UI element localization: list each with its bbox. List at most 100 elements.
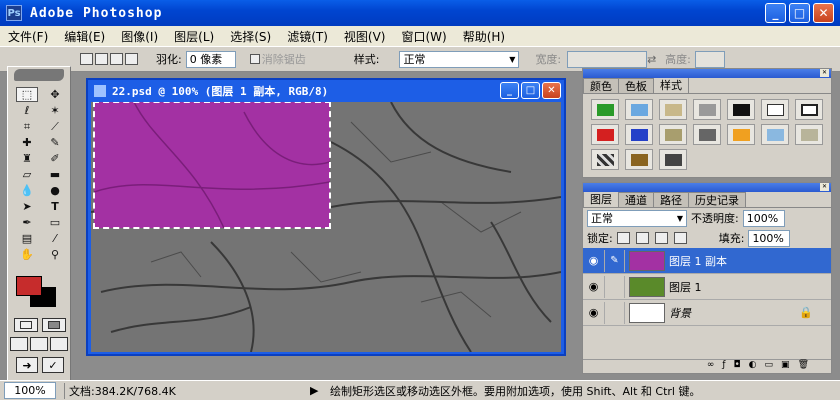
style-swatch[interactable] [693,124,721,145]
tab-styles[interactable]: 样式 [653,77,689,93]
menu-layer[interactable]: 图层(L) [166,28,222,45]
minimize-button[interactable]: _ [765,3,786,23]
layer-mask-icon[interactable]: ◘ [734,360,741,373]
path-select-icon[interactable]: ➤ [16,199,38,214]
status-arrow-icon[interactable]: ▶ [310,384,320,397]
healing-icon[interactable]: ✚ [16,135,38,150]
style-swatch[interactable] [625,149,653,170]
canvas[interactable] [91,102,561,352]
move-icon[interactable]: ✥ [44,87,66,102]
lock-position-icon[interactable] [654,232,668,244]
tab-history[interactable]: 历史记录 [688,192,746,207]
jump-icon[interactable]: ✓ [42,357,64,373]
layer-row-background[interactable]: ◉ 背景 🔒 [583,300,831,326]
style-swatch[interactable] [727,99,755,120]
magenta-selection-area[interactable] [93,102,331,229]
slice-icon[interactable]: ⟋ [44,119,66,134]
history-brush-icon[interactable]: ✐ [44,151,66,166]
style-swatch[interactable] [761,99,789,120]
hand-icon[interactable]: ✋ [16,247,38,262]
dodge-icon[interactable]: ● [44,183,66,198]
brush-icon[interactable]: ✎ [44,135,66,150]
screen-mode-full-icon[interactable] [50,337,68,351]
new-group-icon[interactable]: ▭ [765,360,774,373]
zoom-field[interactable]: 100% [4,382,56,399]
lock-pixels-icon[interactable] [635,232,649,244]
tab-swatches[interactable]: 色板 [618,78,654,93]
new-layer-icon[interactable]: ▣ [781,360,790,373]
close-button[interactable]: ✕ [813,3,834,23]
doc-maximize-button[interactable]: □ [521,82,540,99]
magic-wand-icon[interactable]: ✶ [44,103,66,118]
notes-icon[interactable]: ▤ [16,231,38,246]
style-swatch[interactable] [659,149,687,170]
eye-icon[interactable]: ◉ [583,249,605,272]
imageready-icon[interactable]: ➜ [16,357,38,373]
eraser-icon[interactable]: ▱ [16,167,38,182]
styles-panel-close-icon[interactable]: ✕ [820,69,829,77]
style-swatch[interactable] [591,149,619,170]
doc-info[interactable]: 文档:384.2K/768.4K [64,382,310,399]
menu-file[interactable]: 文件(F) [0,28,56,45]
menu-filter[interactable]: 滤镜(T) [279,28,336,45]
add-selection-icon[interactable] [95,53,108,65]
shape-icon[interactable]: ▭ [44,215,66,230]
tab-channels[interactable]: 通道 [618,192,654,207]
menu-view[interactable]: 视图(V) [336,28,394,45]
opacity-input[interactable]: 100% [742,209,785,227]
lock-all-icon[interactable] [673,232,687,244]
standard-mode-icon[interactable] [14,318,38,332]
maximize-button[interactable]: □ [789,3,810,23]
layer-row-copy[interactable]: ◉ ✎ 图层 1 副本 [583,248,831,274]
eye-icon[interactable]: ◉ [583,301,605,324]
tab-paths[interactable]: 路径 [653,192,689,207]
height-input[interactable] [694,50,725,68]
blend-mode-select[interactable]: 正常 ▼ [587,209,687,227]
style-swatch[interactable] [591,124,619,145]
style-swatch[interactable] [659,124,687,145]
style-swatch[interactable] [693,99,721,120]
type-icon[interactable]: T [44,199,66,214]
delete-layer-icon[interactable]: 🗑 [798,360,809,373]
feather-input[interactable]: 0 像素 [185,50,236,68]
style-swatch[interactable] [727,124,755,145]
link-layers-icon[interactable]: ∞ [707,360,715,373]
tab-layers[interactable]: 图层 [583,191,619,207]
layer-row-layer1[interactable]: ◉ 图层 1 [583,274,831,300]
doc-minimize-button[interactable]: _ [500,82,519,99]
style-swatch[interactable] [795,99,823,120]
intersect-selection-icon[interactable] [125,53,138,65]
eye-icon[interactable]: ◉ [583,275,605,298]
style-swatch[interactable] [761,124,789,145]
layers-panel-close-icon[interactable]: ✕ [820,183,829,191]
width-input[interactable] [567,50,648,68]
tab-color[interactable]: 颜色 [583,78,619,93]
menu-help[interactable]: 帮助(H) [455,28,513,45]
subtract-selection-icon[interactable] [110,53,123,65]
lock-transparency-icon[interactable] [616,232,630,244]
gradient-icon[interactable]: ▬ [44,167,66,182]
style-swatch[interactable] [591,99,619,120]
blur-icon[interactable]: 💧 [16,183,38,198]
style-swatch[interactable] [625,124,653,145]
screen-mode-full-menu-icon[interactable] [30,337,48,351]
crop-icon[interactable]: ⌗ [16,119,38,134]
layer-style-icon[interactable]: ƒ [722,360,725,373]
zoom-icon[interactable]: ⚲ [44,247,66,262]
style-swatch[interactable] [659,99,687,120]
lasso-icon[interactable]: ℓ [16,103,38,118]
style-swatch[interactable] [625,99,653,120]
style-select[interactable]: 正常 ▼ [399,50,520,68]
fill-input[interactable]: 100% [748,229,791,247]
screen-mode-standard-icon[interactable] [10,337,28,351]
eyedropper-icon[interactable]: ⁄ [44,231,66,246]
antialias-checkbox[interactable] [249,54,260,64]
swap-icon[interactable]: ⇄ [647,53,656,66]
marquee-icon[interactable]: ⬚ [16,87,38,102]
stamp-icon[interactable]: ♜ [16,151,38,166]
menu-window[interactable]: 窗口(W) [393,28,454,45]
quickmask-mode-icon[interactable] [42,318,66,332]
foreground-color-swatch[interactable] [16,276,42,296]
menu-select[interactable]: 选择(S) [222,28,279,45]
pen-icon[interactable]: ✒ [16,215,38,230]
